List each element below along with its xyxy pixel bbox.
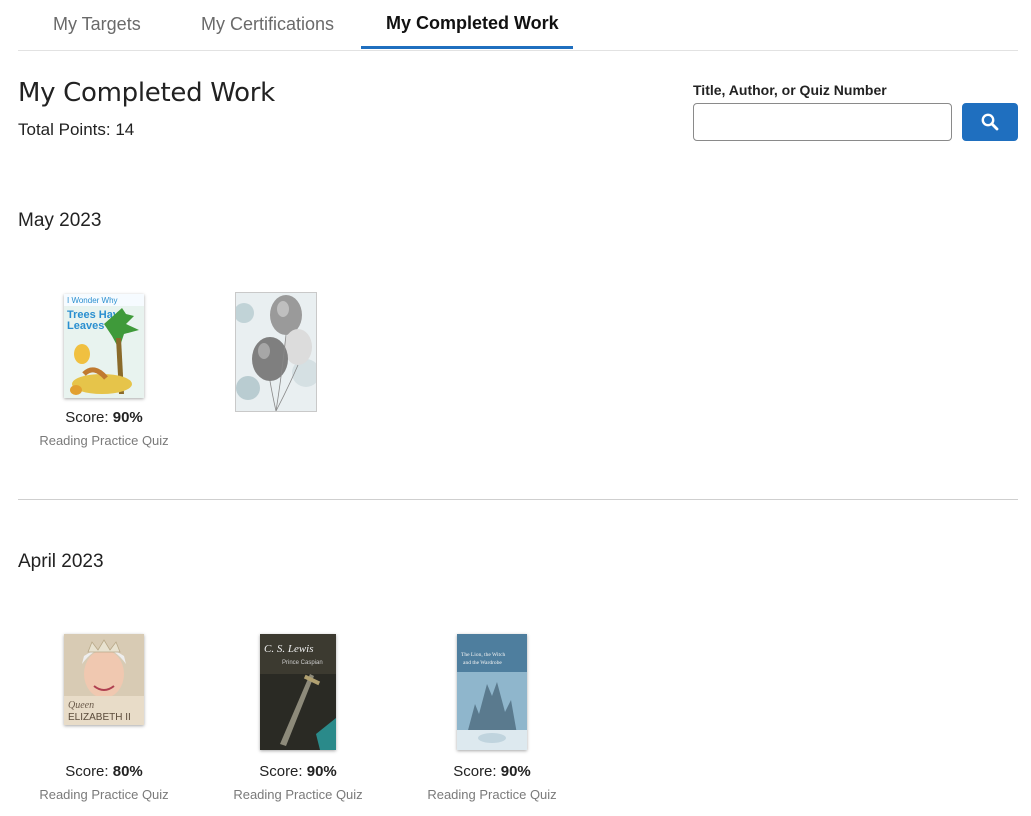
section-divider bbox=[18, 499, 1018, 500]
book-cover-prince-caspian[interactable]: C. S. Lewis Prince Caspian bbox=[260, 634, 336, 750]
section-month-heading: April 2023 bbox=[18, 551, 104, 572]
book-item[interactable]: The Lion, the Witch and the Wardrobe Sco… bbox=[407, 634, 577, 806]
book-score: Score: 80% bbox=[65, 763, 143, 780]
tab-my-completed-work[interactable]: My Completed Work bbox=[386, 13, 559, 34]
book-score: Score: 90% bbox=[453, 763, 531, 780]
svg-text:The Lion, the Witch: The Lion, the Witch bbox=[461, 652, 506, 658]
book-score: Score: 90% bbox=[65, 409, 143, 426]
search-input[interactable] bbox=[693, 103, 952, 141]
book-cover-lion-witch-wardrobe[interactable]: The Lion, the Witch and the Wardrobe bbox=[457, 634, 527, 750]
search-icon bbox=[981, 113, 999, 131]
search-button[interactable] bbox=[962, 103, 1018, 141]
cover-text: I Wonder Why bbox=[67, 296, 118, 305]
svg-text:C. S. Lewis: C. S. Lewis bbox=[264, 643, 314, 655]
book-score: Score: 90% bbox=[259, 763, 337, 780]
svg-text:Leaves: Leaves bbox=[67, 320, 104, 332]
section-month-heading: May 2023 bbox=[18, 210, 102, 231]
tab-bar: My Targets My Certifications My Complete… bbox=[18, 0, 1018, 51]
book-cover-trees-have-leaves[interactable]: I Wonder Why Trees Have Leaves bbox=[64, 294, 144, 398]
book-item[interactable]: Queen ELIZABETH II Score: 80% Reading Pr… bbox=[19, 634, 189, 806]
book-cover-balloons[interactable] bbox=[236, 293, 316, 411]
book-quiz-type: Reading Practice Quiz bbox=[39, 433, 169, 448]
total-points: Total Points: 14 bbox=[18, 120, 135, 139]
svg-text:ELIZABETH II: ELIZABETH II bbox=[68, 712, 131, 723]
svg-text:Queen: Queen bbox=[68, 700, 94, 711]
tab-my-certifications[interactable]: My Certifications bbox=[201, 14, 334, 35]
search-label: Title, Author, or Quiz Number bbox=[693, 82, 887, 98]
page-title: My Completed Work bbox=[18, 78, 275, 108]
book-item[interactable]: I Wonder Why Trees Have Leaves Score: 90… bbox=[19, 293, 189, 453]
book-item[interactable]: C. S. Lewis Prince Caspian Score: 90% Re… bbox=[213, 634, 383, 806]
book-quiz-type: Reading Practice Quiz bbox=[39, 787, 169, 802]
book-quiz-type: Reading Practice Quiz bbox=[427, 787, 557, 802]
book-quiz-type: Reading Practice Quiz bbox=[233, 787, 363, 802]
active-tab-indicator bbox=[361, 46, 573, 49]
svg-text:Prince Caspian: Prince Caspian bbox=[282, 660, 323, 666]
book-item[interactable] bbox=[191, 293, 361, 413]
tab-my-targets[interactable]: My Targets bbox=[53, 14, 141, 35]
svg-text:and the Wardrobe: and the Wardrobe bbox=[463, 660, 502, 666]
book-cover-queen-elizabeth[interactable]: Queen ELIZABETH II bbox=[64, 634, 144, 725]
